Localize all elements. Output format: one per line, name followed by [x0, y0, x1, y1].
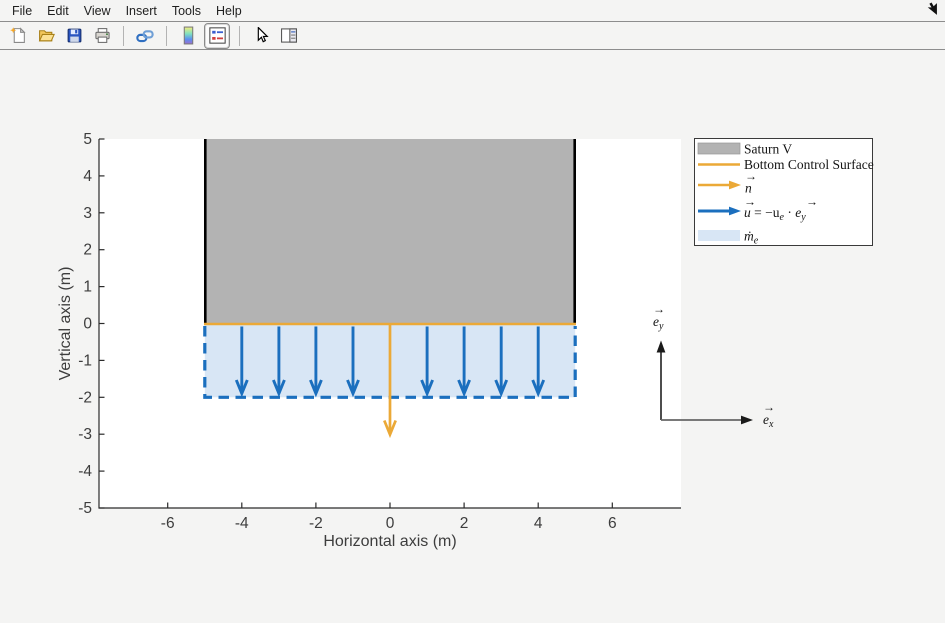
menu-item-insert[interactable]: Insert	[122, 3, 161, 19]
legend-label: n	[745, 181, 752, 196]
e-x-label: → ex	[763, 400, 775, 430]
svg-text:3: 3	[83, 205, 92, 222]
svg-text:1: 1	[83, 279, 92, 296]
legend-swatch-gray-patch	[698, 143, 740, 154]
legend-label: Saturn V	[744, 142, 792, 157]
svg-text:2: 2	[83, 242, 92, 259]
insert-colorbar-icon	[180, 26, 197, 45]
new-document-button[interactable]	[6, 24, 30, 48]
mouse-cursor-icon	[924, 2, 938, 16]
print-figure-button[interactable]	[90, 24, 114, 48]
legend[interactable]: Saturn V Bottom Control Surface → n → → …	[695, 139, 874, 247]
menu-item-help[interactable]: Help	[212, 3, 246, 19]
print-icon	[94, 27, 111, 44]
open-file-icon	[38, 27, 55, 44]
svg-text:ex: ex	[763, 412, 774, 430]
toolbar	[0, 22, 945, 50]
plot-browser-button[interactable]	[277, 24, 301, 48]
edit-plot-button[interactable]	[249, 24, 273, 48]
svg-text:-5: -5	[78, 500, 92, 517]
svg-text:0: 0	[386, 515, 395, 532]
svg-text:4: 4	[534, 515, 543, 532]
insert-legend-icon	[209, 27, 226, 44]
svg-text:2: 2	[460, 515, 469, 532]
new-document-icon	[10, 27, 27, 44]
svg-text:-2: -2	[309, 515, 323, 532]
figure-canvas: -6 -4 -2 0 2 4 6 5 4 3 2 1 0 -1 -2 -3 -4…	[0, 49, 945, 618]
svg-text:-4: -4	[78, 463, 92, 480]
e-x-arrowhead	[741, 416, 753, 425]
y-tick-labels: 5 4 3 2 1 0 -1 -2 -3 -4 -5	[78, 131, 92, 517]
menu-item-view[interactable]: View	[80, 3, 115, 19]
svg-text:6: 6	[608, 515, 617, 532]
menu-item-tools[interactable]: Tools	[168, 3, 205, 19]
figure-window: { "menu": { "items": ["File", "Edit", "V…	[0, 0, 945, 618]
y-axis-label: Vertical axis (m)	[57, 267, 74, 381]
legend-label: Bottom Control Surface	[744, 157, 874, 172]
toolbar-separator	[123, 26, 124, 46]
axes: -6 -4 -2 0 2 4 6 5 4 3 2 1 0 -1 -2 -3 -4…	[0, 49, 945, 618]
link-plot-button[interactable]	[133, 24, 157, 48]
link-plot-icon	[136, 27, 154, 45]
save-figure-button[interactable]	[62, 24, 86, 48]
save-icon	[66, 27, 83, 44]
menu-item-file[interactable]: File	[8, 3, 36, 19]
legend-label-arrow: →	[806, 195, 818, 209]
toolbar-separator	[239, 26, 240, 46]
x-tick-labels: -6 -4 -2 0 2 4 6	[161, 515, 617, 532]
plot-browser-icon	[280, 27, 298, 44]
open-file-button[interactable]	[34, 24, 58, 48]
x-axis-label: Horizontal axis (m)	[323, 533, 456, 550]
svg-text:5: 5	[83, 131, 92, 148]
svg-text:-4: -4	[235, 515, 249, 532]
svg-text:-3: -3	[78, 426, 92, 443]
svg-text:0: 0	[83, 316, 92, 333]
svg-text:-2: -2	[78, 389, 92, 406]
svg-text:4: 4	[83, 168, 92, 185]
saturn-v-body	[204, 139, 576, 325]
insert-legend-button[interactable]	[204, 23, 230, 49]
svg-text:-1: -1	[78, 352, 92, 369]
insert-colorbar-button[interactable]	[176, 24, 200, 48]
edit-plot-cursor-icon	[253, 27, 270, 44]
svg-text:-6: -6	[161, 515, 175, 532]
toolbar-separator	[166, 26, 167, 46]
menu-item-edit[interactable]: Edit	[43, 3, 73, 19]
menu-bar: File Edit View Insert Tools Help	[0, 0, 945, 22]
legend-swatch-lightblue-patch	[698, 230, 740, 241]
